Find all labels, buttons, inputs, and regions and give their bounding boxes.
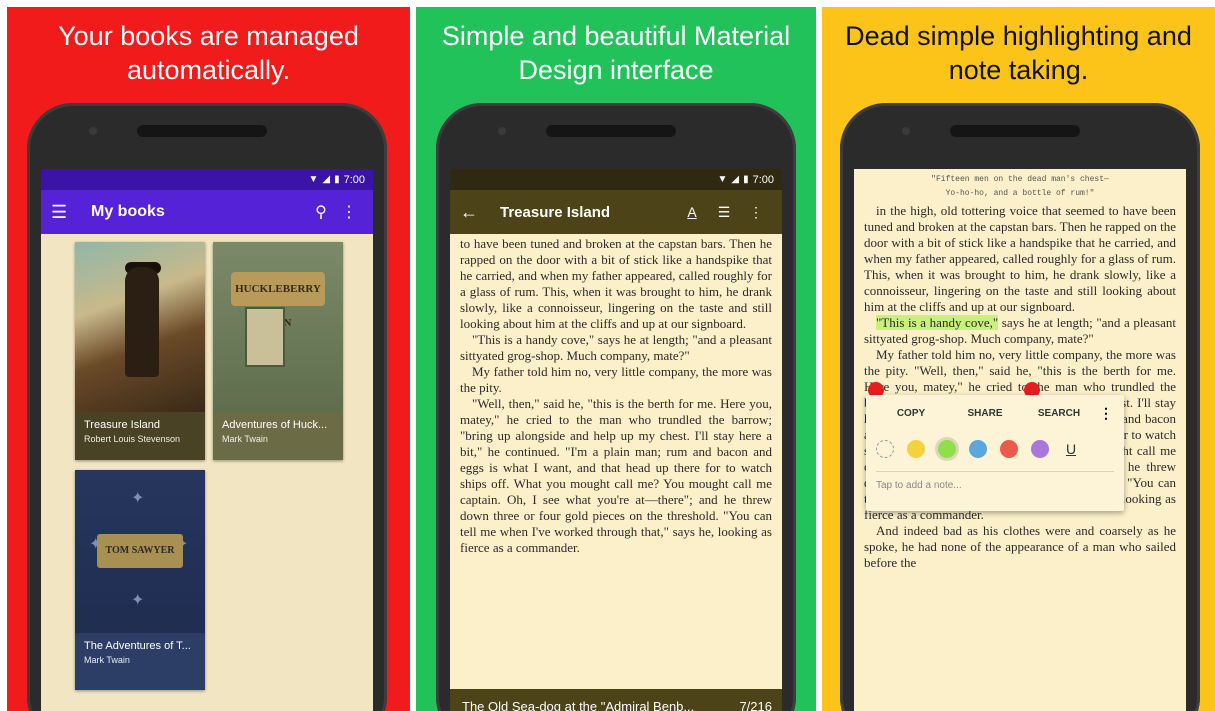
paragraph: "This is a handy cove," says he at lengt… [864, 315, 1176, 347]
book-author: Mark Twain [84, 655, 130, 665]
cover-lettering: HUCKLEBERRY FINN [231, 272, 325, 329]
paragraph: And indeed bad as his clothes were and c… [864, 523, 1176, 570]
book-title: Treasure Island [84, 419, 161, 431]
paragraph: "Well, then," said he, "this is the bert… [460, 396, 772, 555]
color-swatch-red[interactable] [1000, 440, 1018, 458]
no-color-swatch[interactable] [876, 440, 894, 458]
promo-panel-library: Your books are managed automatically. ▼ … [7, 7, 410, 711]
status-bar: ▼ ◢ ▮ 7:00 [450, 169, 782, 190]
status-bar: ▼ ◢ ▮ 7:00 [41, 169, 373, 190]
overflow-menu-icon[interactable]: ⋮ [1096, 405, 1116, 422]
promo-headline: Dead simple highlighting and note taking… [845, 21, 1192, 85]
reading-text: to have been tuned and broken at the cap… [450, 234, 782, 652]
highlight-popup: COPY SHARE SEARCH ⋮ U Tap to add a note.… [866, 395, 1124, 511]
overflow-menu-icon[interactable]: ⋮ [740, 204, 772, 221]
wifi-icon: ▼ [308, 174, 319, 185]
book-cover: HUCKLEBERRY FINN [213, 242, 343, 412]
reader-footer: The Old Sea-dog at the "Admiral Benb... … [450, 689, 782, 711]
book-author: Mark Twain [222, 434, 268, 444]
chapter-title: The Old Sea-dog at the "Admiral Benb... [462, 699, 695, 711]
camera-icon [498, 127, 506, 135]
highlighted-text[interactable]: "This is a handy cove," [876, 315, 999, 330]
popup-actions: COPY SHARE SEARCH ⋮ [866, 395, 1124, 431]
book-cover: ✦ ✦ ✦ ✦ TOM SAWYER [75, 470, 205, 633]
promo-panel-reader: Simple and beautiful Material Design int… [416, 7, 816, 711]
camera-icon [89, 127, 97, 135]
book-card[interactable]: Treasure Island Robert Louis Stevenson [75, 242, 205, 460]
underline-icon[interactable]: U [1062, 441, 1080, 457]
note-input[interactable]: Tap to add a note... [876, 471, 1114, 491]
book-title: Adventures of Huck... [222, 419, 328, 431]
back-arrow-icon[interactable]: ← [460, 202, 500, 223]
speaker-grille [546, 125, 676, 137]
book-cover [75, 242, 205, 412]
paragraph: in the high, old tottering voice that se… [864, 203, 1176, 314]
phone-frame: "Fifteen men on the dead man's chest— Yo… [840, 103, 1200, 711]
wifi-icon: ▼ [717, 174, 728, 185]
status-time: 7:00 [343, 173, 365, 186]
color-swatch-yellow[interactable] [907, 440, 925, 458]
page-counter: 7/216 [739, 699, 772, 711]
battery-icon: ▮ [334, 174, 340, 185]
book-card[interactable]: ✦ ✦ ✦ ✦ TOM SAWYER The Adventures of T..… [75, 470, 205, 690]
color-swatch-purple[interactable] [1031, 440, 1049, 458]
promo-headline: Simple and beautiful Material Design int… [441, 21, 791, 85]
highlight-color-picker: U [866, 431, 1124, 467]
speaker-grille [950, 125, 1080, 137]
cover-lettering: TOM SAWYER [97, 534, 183, 568]
book-title: Treasure Island [500, 203, 611, 221]
battery-icon: ▮ [743, 174, 749, 185]
library-screen: ▼ ◢ ▮ 7:00 ☰ My books ⚲ ⋮ Treasure Islan… [41, 169, 373, 711]
reader-app-bar: ← Treasure Island A ☰ ⋮ [450, 190, 782, 234]
phone-frame: ▼ ◢ ▮ 7:00 ← Treasure Island A ☰ ⋮ to ha… [436, 103, 796, 711]
search-icon[interactable]: ⚲ [307, 202, 335, 222]
app-title: My books [91, 203, 165, 220]
paragraph: "This is a handy cove," says he at lengt… [460, 332, 772, 363]
status-time: 7:00 [752, 173, 774, 186]
app-bar: ☰ My books ⚲ ⋮ [41, 190, 373, 234]
epigraph-line: "Fifteen men on the dead man's chest— [931, 175, 1109, 184]
share-button[interactable]: SHARE [948, 408, 1022, 419]
paragraph: to have been tuned and broken at the cap… [460, 236, 772, 331]
color-swatch-blue[interactable] [969, 440, 987, 458]
cover-art-figure [125, 267, 159, 377]
search-button[interactable]: SEARCH [1022, 408, 1096, 419]
book-author: Robert Louis Stevenson [84, 434, 181, 444]
signal-icon: ◢ [322, 174, 331, 185]
table-of-contents-icon[interactable]: ☰ [708, 204, 740, 221]
reader-screen-fullscreen: "Fifteen men on the dead man's chest— Yo… [854, 169, 1186, 711]
book-card[interactable]: HUCKLEBERRY FINN Adventures of Huck... M… [213, 242, 343, 460]
promo-headline: Your books are managed automatically. [58, 21, 359, 85]
paragraph: My father told him no, very little compa… [460, 364, 772, 395]
text-format-icon[interactable]: A [676, 204, 708, 220]
speaker-grille [137, 125, 267, 137]
overflow-menu-icon[interactable]: ⋮ [335, 202, 363, 222]
book-title: The Adventures of T... [84, 640, 191, 652]
hamburger-menu-icon[interactable]: ☰ [51, 202, 91, 223]
signal-icon: ◢ [731, 174, 740, 185]
copy-button[interactable]: COPY [874, 408, 948, 419]
star-ornament-icon: ✦ [131, 592, 145, 609]
reader-screen: ▼ ◢ ▮ 7:00 ← Treasure Island A ☰ ⋮ to ha… [450, 169, 782, 711]
cover-art-portrait [245, 307, 285, 367]
color-swatch-green[interactable] [938, 440, 956, 458]
phone-frame: ▼ ◢ ▮ 7:00 ☰ My books ⚲ ⋮ Treasure Islan… [27, 103, 387, 711]
star-ornament-icon: ✦ [131, 490, 145, 507]
camera-icon [902, 127, 910, 135]
promo-panel-highlighting: Dead simple highlighting and note taking… [822, 7, 1215, 711]
epigraph-line: Yo-ho-ho, and a bottle of rum!" [945, 189, 1095, 198]
